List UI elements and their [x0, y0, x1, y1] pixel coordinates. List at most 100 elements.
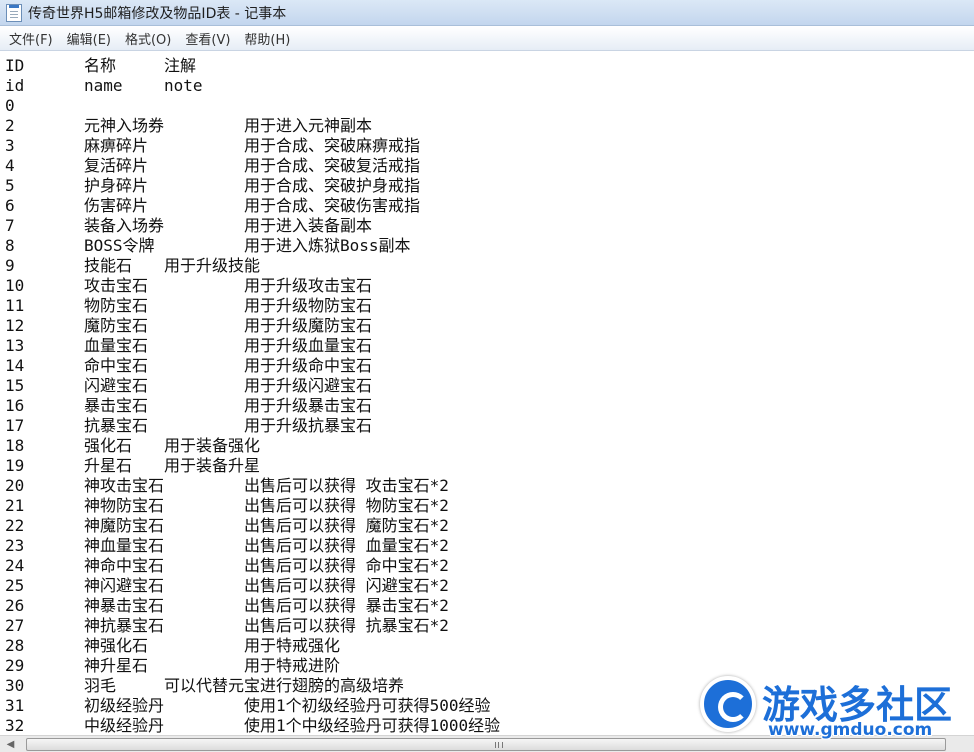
item-name: 命中宝石	[84, 356, 149, 375]
item-name: 魔防宝石	[84, 316, 149, 335]
item-id: 3	[5, 136, 15, 155]
item-note: 用于合成、突破护身戒指	[244, 176, 421, 195]
item-note: 出售后可以获得 魔防宝石*2	[244, 516, 449, 535]
item-id: 26	[5, 596, 25, 615]
item-note: 出售后可以获得 暴击宝石*2	[244, 596, 449, 615]
menu-bar: 文件(F) 编辑(E) 格式(O) 查看(V) 帮助(H)	[0, 27, 974, 51]
item-note: 用于特戒进阶	[244, 656, 341, 675]
item-id: 14	[5, 356, 25, 375]
item-name: name	[84, 76, 123, 95]
text-editor-area[interactable]: ID 名称 注解 id name note 0 2 元神入场券 用于进入元神副本 3 麻痹碎片 用于合成…	[0, 52, 974, 735]
item-id: 25	[5, 576, 25, 595]
item-note: note	[164, 76, 203, 95]
scroll-left-arrow-icon[interactable]: ◀	[2, 737, 19, 752]
item-name: 神强化石	[84, 636, 149, 655]
notepad-icon	[6, 3, 22, 22]
menu-format[interactable]: 格式(O)	[118, 27, 178, 50]
item-id: 6	[5, 196, 15, 215]
item-note: 出售后可以获得 抗暴宝石*2	[244, 616, 449, 635]
item-id: 17	[5, 416, 25, 435]
item-id: 11	[5, 296, 25, 315]
item-id: 10	[5, 276, 25, 295]
item-name: BOSS令牌	[84, 236, 155, 255]
item-name: 物防宝石	[84, 296, 149, 315]
item-name: 中级经验丹	[84, 716, 165, 735]
title-bar: 传奇世界H5邮箱修改及物品ID表 - 记事本	[0, 0, 974, 26]
item-note: 出售后可以获得 物防宝石*2	[244, 496, 449, 515]
g-logo-icon	[700, 676, 756, 732]
item-id: ID	[5, 56, 25, 75]
item-id: 4	[5, 156, 15, 175]
item-note: 用于升级抗暴宝石	[244, 416, 373, 435]
item-note: 用于升级血量宝石	[244, 336, 373, 355]
item-id: 12	[5, 316, 25, 335]
item-name: 神物防宝石	[84, 496, 165, 515]
item-name: 神升星石	[84, 656, 149, 675]
item-id: 16	[5, 396, 25, 415]
item-name: 伤害碎片	[84, 196, 149, 215]
item-name: 元神入场券	[84, 116, 165, 135]
item-id: 19	[5, 456, 25, 475]
item-name: 初级经验丹	[84, 696, 165, 715]
item-note: 出售后可以获得 闪避宝石*2	[244, 576, 449, 595]
item-note: 出售后可以获得 血量宝石*2	[244, 536, 449, 555]
item-note: 用于合成、突破伤害戒指	[244, 196, 421, 215]
item-id: 5	[5, 176, 15, 195]
item-id: 29	[5, 656, 25, 675]
grip-icon	[495, 742, 503, 748]
menu-edit[interactable]: 编辑(E)	[60, 27, 118, 50]
item-name: 麻痹碎片	[84, 136, 149, 155]
item-name: 闪避宝石	[84, 376, 149, 395]
item-note: 用于进入装备副本	[244, 216, 373, 235]
item-name: 神闪避宝石	[84, 576, 165, 595]
item-note: 用于进入炼狱Boss副本	[244, 236, 411, 255]
item-note: 用于升级技能	[164, 256, 261, 275]
item-note: 用于装备强化	[164, 436, 261, 455]
item-note: 用于升级物防宝石	[244, 296, 373, 315]
item-id: 30	[5, 676, 25, 695]
item-name: 羽毛	[84, 676, 117, 695]
item-note: 出售后可以获得 攻击宝石*2	[244, 476, 449, 495]
item-note: 使用1个中级经验丹可获得1000经验	[244, 716, 501, 735]
item-id: 31	[5, 696, 25, 715]
item-note: 用于升级命中宝石	[244, 356, 373, 375]
item-id: 18	[5, 436, 25, 455]
item-id: 28	[5, 636, 25, 655]
watermark: 游戏多社区 www.gmduo.com	[700, 672, 970, 742]
item-id: 9	[5, 256, 15, 275]
item-note: 可以代替元宝进行翅膀的高级培养	[164, 676, 405, 695]
item-id: 7	[5, 216, 15, 235]
item-note: 用于升级攻击宝石	[244, 276, 373, 295]
item-name: 神命中宝石	[84, 556, 165, 575]
item-id: 22	[5, 516, 25, 535]
item-name: 升星石	[84, 456, 133, 475]
item-name: 名称	[84, 56, 117, 75]
item-id: 15	[5, 376, 25, 395]
menu-view[interactable]: 查看(V)	[178, 27, 237, 50]
item-name: 护身碎片	[84, 176, 149, 195]
item-id: 21	[5, 496, 25, 515]
item-name: 暴击宝石	[84, 396, 149, 415]
item-name: 抗暴宝石	[84, 416, 149, 435]
item-note: 用于合成、突破复活戒指	[244, 156, 421, 175]
item-id: 27	[5, 616, 25, 635]
menu-help[interactable]: 帮助(H)	[237, 27, 297, 50]
item-note: 用于进入元神副本	[244, 116, 373, 135]
item-name: 装备入场券	[84, 216, 165, 235]
item-name: 攻击宝石	[84, 276, 149, 295]
item-name: 神魔防宝石	[84, 516, 165, 535]
item-id: 23	[5, 536, 25, 555]
item-id: 8	[5, 236, 15, 255]
item-name: 神抗暴宝石	[84, 616, 165, 635]
item-id: 24	[5, 556, 25, 575]
item-note: 注解	[164, 56, 197, 75]
item-name: 神攻击宝石	[84, 476, 165, 495]
item-note: 用于升级暴击宝石	[244, 396, 373, 415]
window-title: 传奇世界H5邮箱修改及物品ID表 - 记事本	[28, 5, 287, 22]
item-name: 复活碎片	[84, 156, 149, 175]
watermark-url: www.gmduo.com	[768, 720, 933, 740]
menu-file[interactable]: 文件(F)	[2, 27, 60, 50]
item-name: 血量宝石	[84, 336, 149, 355]
item-note: 用于合成、突破麻痹戒指	[244, 136, 421, 155]
item-id: 13	[5, 336, 25, 355]
